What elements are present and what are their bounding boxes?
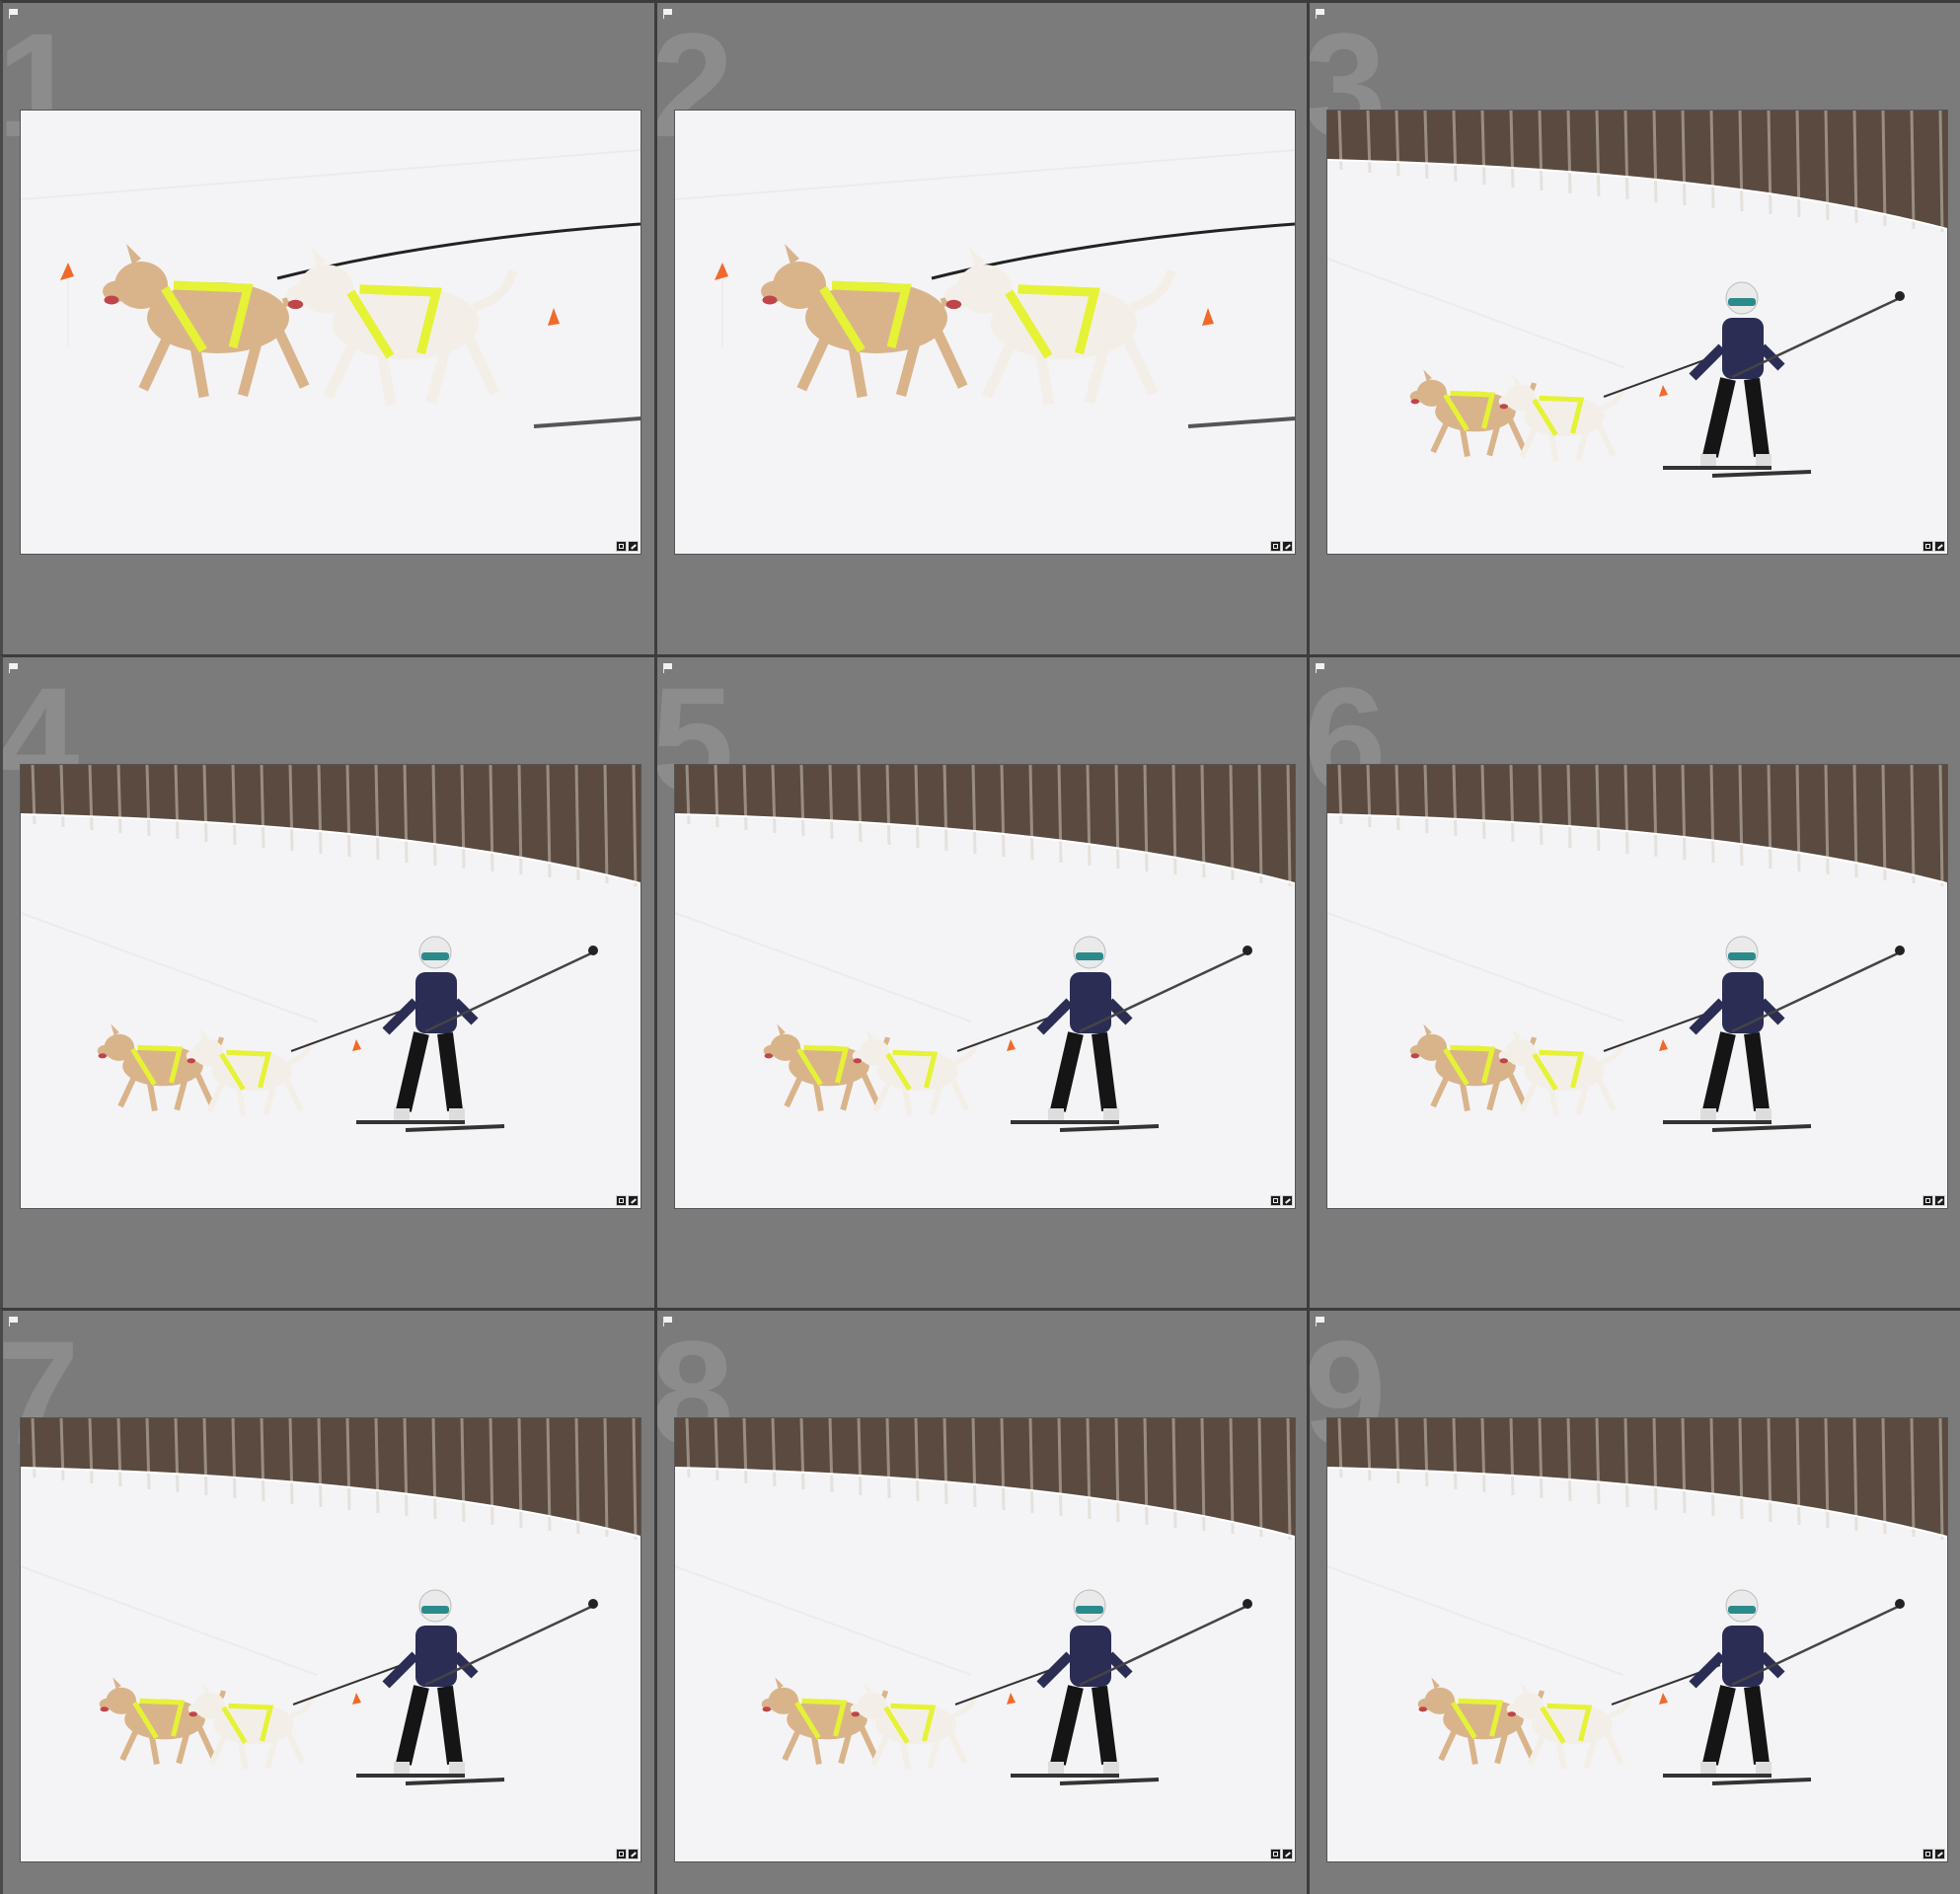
photo-image: [21, 765, 641, 1208]
edit-badge-icon[interactable]: [1934, 1195, 1945, 1206]
edit-badge-icon[interactable]: [628, 541, 639, 552]
edit-badge-icon[interactable]: [628, 1195, 639, 1206]
photo-image: [675, 1418, 1295, 1861]
badge-group: [1270, 1195, 1293, 1206]
grid-cell[interactable]: 7: [0, 1308, 654, 1894]
grid-cell[interactable]: 4: [0, 654, 654, 1308]
grid-cell[interactable]: 2: [654, 0, 1307, 654]
flag-icon[interactable]: [9, 9, 20, 19]
photo-image: [675, 111, 1295, 554]
photo-thumbnail[interactable]: [20, 764, 641, 1209]
grid-cell[interactable]: 8: [654, 1308, 1307, 1894]
flag-icon[interactable]: [1316, 663, 1326, 673]
grid-cell[interactable]: 5: [654, 654, 1307, 1308]
photo-image: [1327, 111, 1947, 554]
photo-thumbnail[interactable]: [674, 110, 1296, 555]
crop-badge-icon[interactable]: [1922, 1849, 1933, 1859]
crop-badge-icon[interactable]: [1270, 1849, 1281, 1859]
photo-thumbnail[interactable]: [1326, 1417, 1948, 1862]
crop-badge-icon[interactable]: [616, 541, 627, 552]
badge-group: [1270, 1849, 1293, 1859]
flag-icon[interactable]: [1316, 1317, 1326, 1326]
flag-icon[interactable]: [9, 1317, 20, 1326]
badge-group: [1922, 1195, 1945, 1206]
grid-cell[interactable]: 6: [1307, 654, 1960, 1308]
photo-image: [21, 111, 641, 554]
crop-badge-icon[interactable]: [1270, 541, 1281, 552]
edit-badge-icon[interactable]: [628, 1849, 639, 1859]
flag-icon[interactable]: [1316, 9, 1326, 19]
badge-group: [1922, 1849, 1945, 1859]
badge-group: [616, 1849, 639, 1859]
grid-cell[interactable]: 3: [1307, 0, 1960, 654]
grid-cell[interactable]: 9: [1307, 1308, 1960, 1894]
photo-thumbnail[interactable]: [1326, 764, 1948, 1209]
flag-icon[interactable]: [9, 663, 20, 673]
crop-badge-icon[interactable]: [1270, 1195, 1281, 1206]
crop-badge-icon[interactable]: [1922, 1195, 1933, 1206]
edit-badge-icon[interactable]: [1934, 541, 1945, 552]
badge-group: [1270, 541, 1293, 552]
badge-group: [616, 541, 639, 552]
photo-image: [1327, 765, 1947, 1208]
crop-badge-icon[interactable]: [1922, 541, 1933, 552]
photo-thumbnail[interactable]: [20, 110, 641, 555]
photo-thumbnail[interactable]: [674, 764, 1296, 1209]
crop-badge-icon[interactable]: [616, 1849, 627, 1859]
flag-icon[interactable]: [663, 9, 674, 19]
photo-image: [675, 765, 1295, 1208]
grid-cell[interactable]: 1: [0, 0, 654, 654]
edit-badge-icon[interactable]: [1282, 1849, 1293, 1859]
photo-thumbnail[interactable]: [674, 1417, 1296, 1862]
edit-badge-icon[interactable]: [1934, 1849, 1945, 1859]
photo-thumbnail[interactable]: [1326, 110, 1948, 555]
photo-image: [1327, 1418, 1947, 1861]
photo-grid: 1 2 3 4 5 6 7 8 9: [0, 0, 1960, 1894]
edit-badge-icon[interactable]: [1282, 1195, 1293, 1206]
flag-icon[interactable]: [663, 1317, 674, 1326]
photo-image: [21, 1418, 641, 1861]
badge-group: [616, 1195, 639, 1206]
badge-group: [1922, 541, 1945, 552]
edit-badge-icon[interactable]: [1282, 541, 1293, 552]
flag-icon[interactable]: [663, 663, 674, 673]
crop-badge-icon[interactable]: [616, 1195, 627, 1206]
photo-thumbnail[interactable]: [20, 1417, 641, 1862]
